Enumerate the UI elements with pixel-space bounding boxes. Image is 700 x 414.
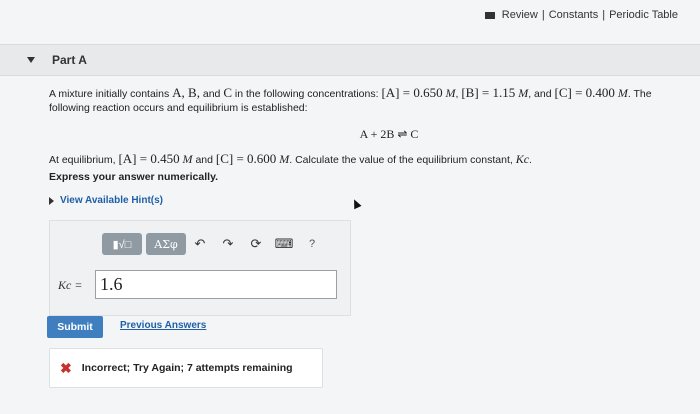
book-icon <box>484 11 495 19</box>
submit-button[interactable]: Submit <box>47 316 103 338</box>
chemical-equation: A + 2B ⇌ C <box>359 127 419 141</box>
equilibrium-paragraph: At equilibrium, [A] = 0.450 M and [C] = … <box>49 151 532 167</box>
answer-input[interactable] <box>95 270 337 299</box>
periodic-table-link[interactable]: Periodic Table <box>609 9 678 21</box>
separator: | <box>602 9 606 21</box>
math-toolbar: ▮√□ ΑΣφ ↶ ↷ ⟳ ⌨ ? <box>102 233 326 255</box>
reset-icon[interactable]: ⟳ <box>242 233 270 255</box>
feedback-box: ✖ Incorrect; Try Again; 7 attempts remai… <box>49 348 323 388</box>
review-link[interactable]: Review <box>502 9 538 21</box>
kc-label: Kc = <box>58 278 83 292</box>
answer-box: ▮√□ ΑΣφ ↶ ↷ ⟳ ⌨ ? Kc = <box>49 220 351 316</box>
collapse-triangle-icon[interactable] <box>27 57 35 63</box>
hint-label[interactable]: View Available Hint(s) <box>60 195 163 206</box>
hint-toggle[interactable]: View Available Hint(s) <box>49 195 689 206</box>
redo-icon[interactable]: ↷ <box>214 233 242 255</box>
part-title: Part A <box>52 53 87 67</box>
top-links: Review | Constants | Periodic Table <box>484 9 678 21</box>
constants-link[interactable]: Constants <box>549 9 599 21</box>
previous-answers-link[interactable]: Previous Answers <box>120 320 206 331</box>
problem-paragraph: A mixture initially contains A, B, and C… <box>49 85 652 115</box>
caret-right-icon <box>49 196 54 205</box>
part-header[interactable]: Part A <box>0 44 700 76</box>
templates-button[interactable]: ▮√□ <box>102 233 142 255</box>
separator: | <box>541 9 545 21</box>
keyboard-icon[interactable]: ⌨ <box>270 233 298 255</box>
undo-icon[interactable]: ↶ <box>186 233 214 255</box>
help-icon[interactable]: ? <box>298 233 326 255</box>
incorrect-icon: ✖ <box>60 359 72 376</box>
instruction: Express your answer numerically. <box>49 171 219 183</box>
feedback-message: Incorrect; Try Again; 7 attempts remaini… <box>81 362 293 374</box>
greek-symbols-button[interactable]: ΑΣφ <box>146 233 186 255</box>
problem-statement: A mixture initially contains A, B, and C… <box>49 86 689 206</box>
